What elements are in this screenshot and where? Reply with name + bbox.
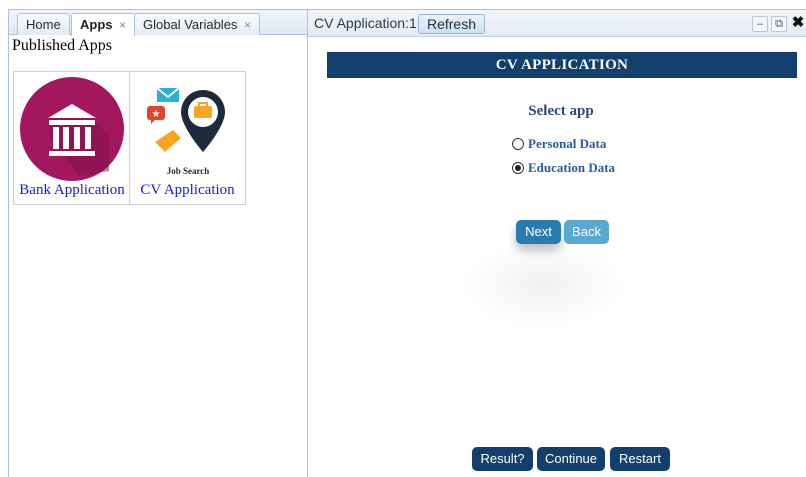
svg-text:★: ★ xyxy=(151,109,160,120)
apps-grid: Bank Application ★ Job Search CV Applica… xyxy=(13,71,246,205)
app-tile-cv-application[interactable]: ★ Job Search CV Application xyxy=(130,72,246,204)
app-label-cv-application[interactable]: CV Application xyxy=(130,182,246,199)
tab-apps[interactable]: Apps × xyxy=(71,13,136,36)
tab-home[interactable]: Home xyxy=(17,13,70,35)
left-panel: Home Apps × Global Variables × Published… xyxy=(8,9,308,477)
published-apps-title: Published Apps xyxy=(12,37,113,54)
personal-data-label[interactable]: Personal Data xyxy=(528,136,606,152)
app-tile-bank-application[interactable]: Bank Application xyxy=(14,72,130,204)
education-data-radio[interactable] xyxy=(512,162,524,174)
personal-data-radio[interactable] xyxy=(512,138,524,150)
next-button[interactable]: Next xyxy=(516,220,561,244)
job-search-text: Job Search xyxy=(166,166,209,176)
tab-bar: Home Apps × Global Variables × xyxy=(9,10,307,36)
bank-icon xyxy=(20,77,124,181)
tab-global-variables-label: Global Variables xyxy=(143,17,238,32)
job-search-icon: ★ Job Search xyxy=(146,87,225,176)
option-personal-data[interactable]: Personal Data xyxy=(512,135,606,153)
button-shadow-glow xyxy=(458,240,628,330)
tab-apps-close-icon[interactable]: × xyxy=(119,18,126,32)
window-header: CV Application:1 Refresh – ⧉ ✖ xyxy=(308,10,806,37)
close-icon[interactable]: ✖ xyxy=(790,14,806,32)
education-data-label[interactable]: Education Data xyxy=(528,160,615,176)
continue-button[interactable]: Continue xyxy=(537,447,605,471)
tab-apps-label: Apps xyxy=(80,17,113,32)
select-app-heading: Select app xyxy=(528,103,594,119)
back-button[interactable]: Back xyxy=(564,220,609,244)
result-button[interactable]: Result? xyxy=(472,447,533,471)
cv-application-banner: CV APPLICATION xyxy=(327,52,797,78)
minimize-icon[interactable]: – xyxy=(752,16,768,32)
window-title: CV Application:1 xyxy=(314,15,417,31)
option-education-data[interactable]: Education Data xyxy=(512,159,615,177)
app-label-bank-application[interactable]: Bank Application xyxy=(14,182,130,199)
restart-button[interactable]: Restart xyxy=(610,447,670,471)
refresh-button[interactable]: Refresh xyxy=(418,14,485,34)
tab-global-variables-close-icon[interactable]: × xyxy=(244,18,251,32)
popout-icon[interactable]: ⧉ xyxy=(771,16,787,32)
tab-home-label: Home xyxy=(26,17,61,32)
tab-global-variables[interactable]: Global Variables × xyxy=(134,13,261,35)
cv-application-window: CV Application:1 Refresh – ⧉ ✖ CV APPLIC… xyxy=(308,9,806,477)
